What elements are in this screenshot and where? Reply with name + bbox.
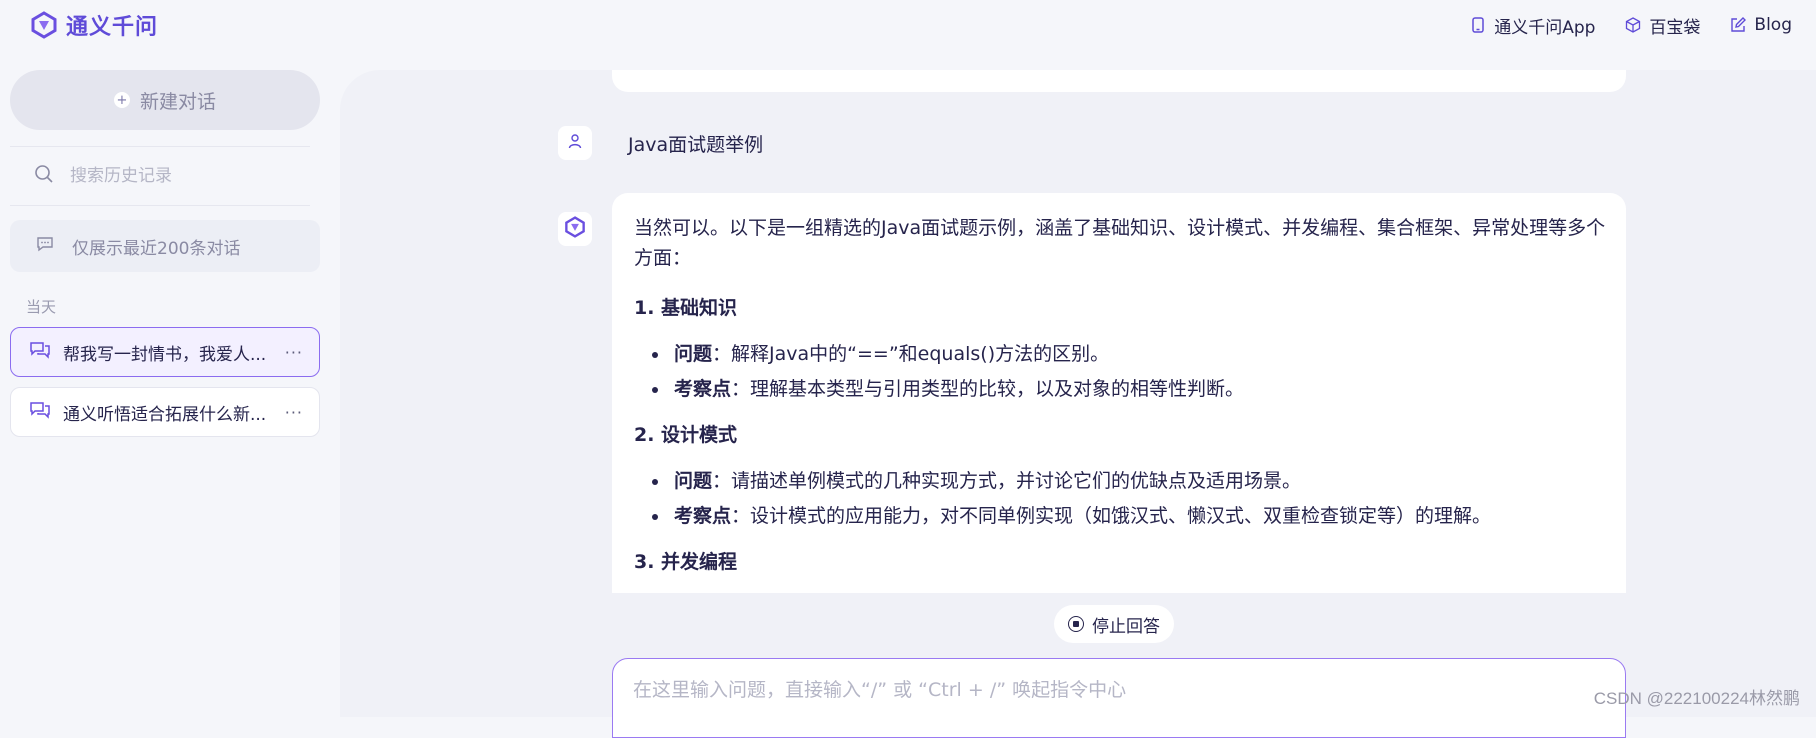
stop-icon — [1068, 616, 1084, 632]
answer-list: 问题：解释Java中的“==”和equals()方法的区别。 考察点：理解基本类… — [634, 339, 1606, 404]
list-item: 考察点：理解基本类型与引用类型的比较，以及对象的相等性判断。 — [634, 374, 1606, 404]
brand[interactable]: 通义千问 — [30, 9, 158, 41]
stop-answer-label: 停止回答 — [1092, 616, 1160, 637]
list-item: 考察点：设计模式的应用能力，对不同单例实现（如饿汉式、懒汉式、双重检查锁定等）的… — [634, 501, 1606, 531]
phone-icon — [1470, 17, 1486, 33]
chat-panel: Java面试题举例 当然可以。以下是一组精选的Java面试题示例，涵盖了基础知识… — [340, 70, 1816, 738]
answer-section-heading: 3. 并发编程 — [634, 551, 738, 573]
user-message: Java面试题举例 — [628, 133, 764, 156]
message-input[interactable] — [633, 675, 1605, 715]
treasure-bag-link[interactable]: 百宝袋 — [1625, 13, 1700, 38]
brand-name: 通义千问 — [66, 15, 159, 40]
search-icon — [34, 164, 54, 189]
app-link-label: 通义千问App — [1494, 17, 1596, 38]
assistant-avatar — [558, 212, 592, 246]
list-item-text: ：解释Java中的“==”和equals()方法的区别。 — [712, 343, 1110, 365]
answer-section-heading: 2. 设计模式 — [634, 424, 738, 446]
treasure-bag-label: 百宝袋 — [1649, 17, 1701, 38]
conversation-item[interactable]: 通义听悟适合拓展什么新... ··· — [10, 387, 320, 437]
list-item-text: ：设计模式的应用能力，对不同单例实现（如饿汉式、懒汉式、双重检查锁定等）的理解。 — [731, 505, 1492, 527]
list-item-text: ：理解基本类型与引用类型的比较，以及对象的相等性判断。 — [731, 378, 1245, 400]
message-icon — [36, 236, 54, 257]
user-message-row: Java面试题举例 — [558, 126, 763, 160]
message-composer — [612, 658, 1626, 738]
plus-icon: + — [113, 92, 130, 108]
previous-message-card — [612, 70, 1626, 92]
search-input[interactable] — [70, 166, 300, 186]
answer-section-heading: 1. 基础知识 — [634, 297, 738, 319]
blog-label: Blog — [1754, 15, 1792, 35]
new-chat-label: 新建对话 — [139, 90, 216, 113]
list-item-text: ：请描述单例模式的几种实现方式，并讨论它们的优缺点及适用场景。 — [712, 470, 1302, 492]
section-label-today: 当天 — [26, 298, 57, 316]
chat-bubble-icon — [29, 401, 51, 424]
top-links: 通义千问App 百宝袋 Blog — [1470, 13, 1792, 38]
tongyi-logo-icon — [564, 216, 586, 242]
app-link[interactable]: 通义千问App — [1470, 13, 1595, 38]
conversation-item[interactable]: 帮我写一封情书，我爱人... ··· — [10, 327, 320, 377]
tongyi-logo-icon — [30, 11, 58, 39]
list-item-term: 问题 — [674, 343, 713, 365]
list-item: 问题：请描述单例模式的几种实现方式，并讨论它们的优缺点及适用场景。 — [634, 466, 1606, 496]
history-notice-text: 仅展示最近200条对话 — [72, 238, 241, 259]
user-avatar — [558, 126, 592, 160]
box-icon — [1625, 17, 1641, 33]
user-icon — [567, 133, 583, 153]
blog-link[interactable]: Blog — [1730, 15, 1792, 35]
history-notice: 仅展示最近200条对话 — [10, 220, 320, 272]
sidebar: + 新建对话 仅展示最近200条对话 当天 帮我写一封情书，我爱人... ···… — [0, 50, 340, 717]
conversation-title: 帮我写一封情书，我爱人... — [63, 344, 267, 365]
more-options-icon[interactable]: ··· — [285, 403, 303, 422]
answer-intro: 当然可以。以下是一组精选的Java面试题示例，涵盖了基础知识、设计模式、并发编程… — [634, 217, 1606, 269]
watermark: CSDN @222100224林然鹏 — [1593, 689, 1800, 708]
stop-answer-button[interactable]: 停止回答 — [1054, 605, 1174, 643]
conversation-title: 通义听悟适合拓展什么新... — [63, 404, 267, 425]
answer-list: 问题：请描述单例模式的几种实现方式，并讨论它们的优缺点及适用场景。 考察点：设计… — [634, 466, 1606, 531]
list-item: 问题：解释Java中的“==”和equals()方法的区别。 — [634, 339, 1606, 369]
list-item-term: 考察点 — [674, 505, 732, 527]
top-bar: 通义千问 通义千问App 百宝袋 Blog — [0, 0, 1816, 50]
divider — [10, 205, 310, 206]
search-box[interactable] — [10, 147, 320, 205]
list-item-term: 问题 — [674, 470, 713, 492]
edit-icon — [1730, 17, 1747, 33]
new-chat-button[interactable]: + 新建对话 — [10, 70, 320, 130]
assistant-answer: 当然可以。以下是一组精选的Java面试题示例，涵盖了基础知识、设计模式、并发编程… — [612, 193, 1626, 593]
more-options-icon[interactable]: ··· — [285, 343, 303, 362]
list-item-term: 考察点 — [674, 378, 732, 400]
chat-bubble-icon — [29, 341, 51, 364]
